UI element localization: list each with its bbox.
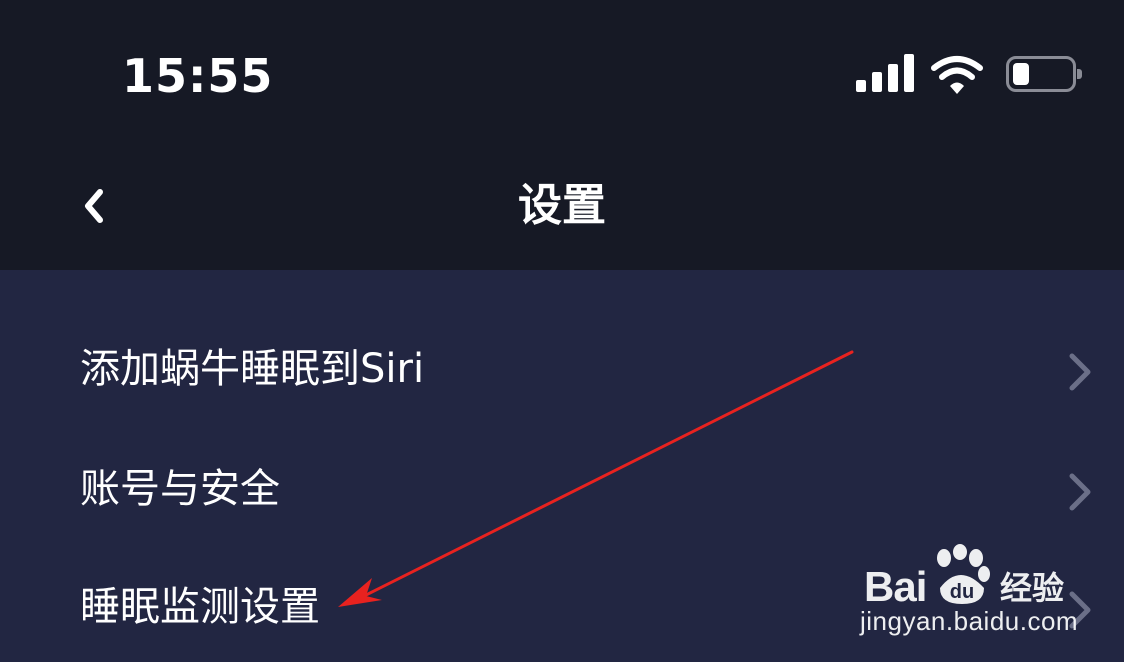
wifi-icon	[931, 56, 983, 94]
watermark-brand: Bai	[864, 563, 927, 610]
settings-item-label: 睡眠监测设置	[80, 584, 320, 630]
watermark-cn: 经验	[1000, 569, 1065, 607]
chevron-right-icon	[1069, 353, 1091, 391]
chevron-right-icon	[1069, 473, 1091, 511]
header: 15:55 设置	[0, 0, 1124, 270]
baidu-jingyan-watermark: Bai du 经验 jingyan.baidu.com	[860, 540, 1090, 640]
status-time: 15:55	[122, 49, 274, 103]
settings-item-label: 账号与安全	[80, 466, 280, 512]
settings-item-siri[interactable]: 添加蜗牛睡眠到Siri	[0, 314, 1124, 424]
paw-icon: du	[937, 544, 990, 604]
settings-item-account-security[interactable]: 账号与安全	[0, 434, 1124, 544]
watermark-url: jingyan.baidu.com	[860, 606, 1079, 636]
page-title: 设置	[518, 180, 606, 231]
watermark-du: du	[950, 581, 974, 603]
signal-icon	[856, 54, 916, 96]
battery-fill	[1013, 63, 1029, 85]
settings-item-label: 添加蜗牛睡眠到Siri	[80, 346, 425, 392]
battery-icon	[1006, 56, 1082, 92]
